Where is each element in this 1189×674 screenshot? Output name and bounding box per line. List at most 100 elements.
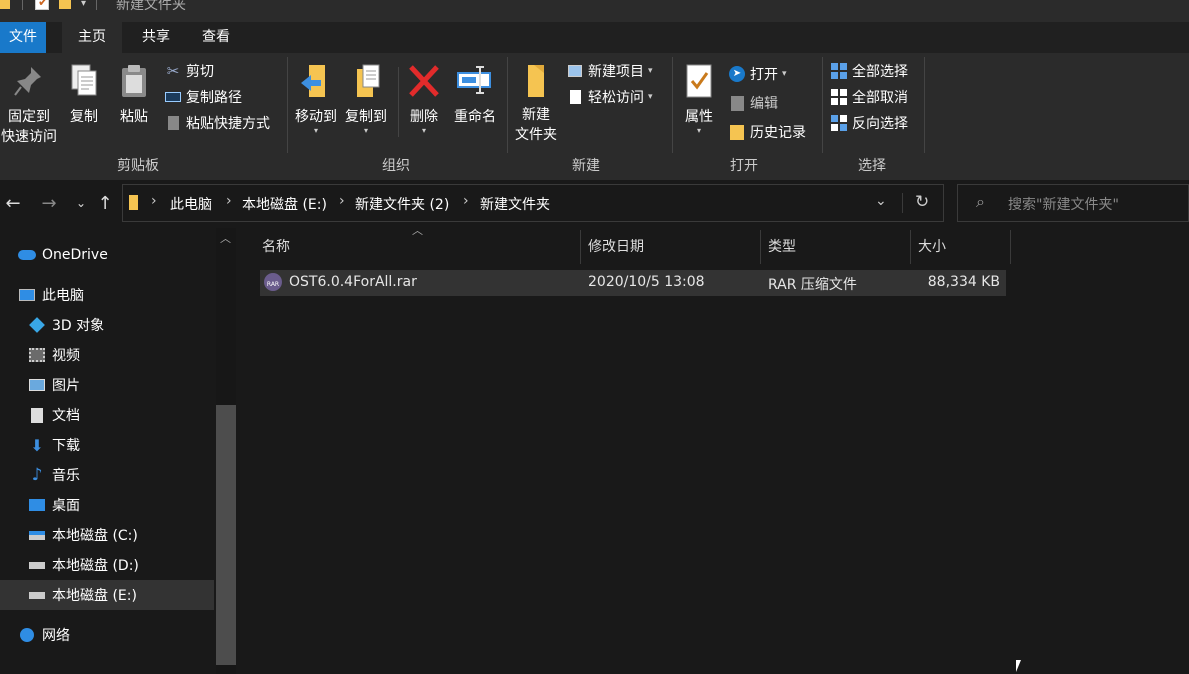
pin-icon [14, 67, 41, 96]
sidebar-item-desktop[interactable]: 桌面 [0, 490, 214, 520]
breadcrumb-this-pc[interactable]: 此电脑 [170, 194, 212, 214]
paste-shortcut-icon [164, 114, 182, 132]
edit-button[interactable]: 编辑 [728, 92, 778, 114]
up-button[interactable]: ↑ [94, 192, 116, 214]
back-button[interactable]: ← [2, 192, 24, 214]
select-all-label: 全部选择 [852, 64, 908, 80]
recent-locations-button[interactable]: ⌄ [70, 192, 92, 214]
tab-view[interactable]: 查看 [186, 22, 246, 53]
rename-button[interactable]: 重命名 [450, 63, 500, 127]
chevron-down-icon: ▾ [648, 92, 653, 102]
easy-access-button[interactable]: 轻松访问 ▾ [566, 86, 653, 108]
chevron-down-icon: ▾ [648, 66, 653, 76]
divider [287, 57, 288, 153]
properties-button[interactable]: 属性 ▾ [676, 63, 722, 135]
sidebar-item-network[interactable]: 网络 [0, 620, 214, 650]
select-all-button[interactable]: 全部选择 [830, 60, 908, 82]
ribbon: 固定到 快速访问 复制 粘贴 ✂ 剪切 复制路径 粘贴快捷方式 剪贴板 移动到 ▾… [0, 53, 1189, 180]
open-group-label: 打开 [730, 158, 758, 174]
chevron-down-icon[interactable]: ⌄ [875, 193, 887, 209]
column-header-type[interactable]: 类型 [768, 236, 796, 256]
quick-access-toolbar: ✔ ▾ [0, 0, 98, 10]
sidebar-label: OneDrive [42, 247, 108, 263]
scissors-icon: ✂ [166, 62, 180, 80]
search-placeholder: 搜索"新建文件夹" [1008, 197, 1119, 213]
tab-file[interactable]: 文件 [0, 22, 46, 53]
address-bar[interactable]: › 此电脑 › 本地磁盘 (E:) › 新建文件夹 (2) › 新建文件夹 ⌄ … [122, 184, 944, 222]
desktop-icon [28, 496, 46, 514]
tab-share[interactable]: 共享 [126, 22, 186, 53]
table-row[interactable]: RAR OST6.0.4ForAll.rar 2020/10/5 13:08 R… [260, 270, 1006, 296]
column-header-name[interactable]: 名称 [262, 236, 290, 256]
new-item-label: 新建项目 [588, 64, 644, 80]
copy-to-button[interactable]: 复制到 ▾ [342, 63, 390, 135]
forward-button[interactable]: → [38, 192, 60, 214]
new-folder-quick-icon[interactable] [59, 0, 71, 9]
column-divider[interactable] [580, 230, 581, 264]
divider [398, 67, 399, 137]
copy-path-button[interactable]: 复制路径 [164, 86, 242, 108]
move-to-label: 移动到 [295, 109, 337, 125]
delete-button[interactable]: 删除 ▾ [402, 63, 446, 135]
sidebar-item-3d-objects[interactable]: 3D 对象 [0, 310, 214, 340]
tab-home[interactable]: 主页 [62, 22, 122, 53]
new-folder-button[interactable]: 新建 文件夹 [510, 63, 562, 145]
new-item-button[interactable]: 新建项目 ▾ [566, 60, 653, 82]
file-type: RAR 压缩文件 [768, 277, 857, 293]
sidebar-item-pictures[interactable]: 图片 [0, 370, 214, 400]
sidebar-item-videos[interactable]: 视频 [0, 340, 214, 370]
search-icon: ⌕ [976, 192, 985, 211]
edit-label: 编辑 [750, 96, 778, 112]
copy-button[interactable]: 复制 [62, 63, 106, 127]
sort-ascending-icon: ︿ [412, 224, 423, 237]
paste-button[interactable]: 粘贴 [112, 63, 156, 127]
sidebar-item-this-pc[interactable]: 此电脑 [0, 280, 214, 310]
move-to-button[interactable]: 移动到 ▾ [292, 63, 340, 135]
select-none-button[interactable]: 全部取消 [830, 86, 908, 108]
sidebar-item-downloads[interactable]: ⬇ 下载 [0, 430, 214, 460]
properties-quick-icon[interactable]: ✔ [35, 0, 49, 10]
sidebar-label: 本地磁盘 (C:) [52, 528, 138, 544]
column-divider[interactable] [760, 230, 761, 264]
cut-label: 剪切 [186, 64, 214, 80]
chevron-down-icon: ▾ [696, 126, 701, 135]
sidebar-scrollbar-thumb[interactable] [216, 405, 236, 665]
sidebar-item-drive-e[interactable]: 本地磁盘 (E:) [0, 580, 214, 610]
file-date: 2020/10/5 13:08 [588, 274, 705, 290]
column-header-size[interactable]: 大小 [918, 236, 946, 256]
sidebar-item-music[interactable]: ♪ 音乐 [0, 460, 214, 490]
pin-label: 固定到 快速访问 [1, 109, 57, 145]
search-box[interactable]: ⌕ 搜索"新建文件夹" [957, 184, 1189, 222]
column-header-date[interactable]: 修改日期 [588, 236, 644, 256]
cut-button[interactable]: ✂ 剪切 [164, 60, 214, 82]
customize-quick-access-icon[interactable]: ▾ [81, 0, 86, 9]
rar-file-icon: RAR [264, 273, 282, 291]
divider [22, 0, 23, 10]
sidebar-label: 此电脑 [42, 288, 84, 304]
chevron-down-icon: ▾ [313, 126, 318, 135]
column-divider[interactable] [910, 230, 911, 264]
sidebar-item-drive-d[interactable]: 本地磁盘 (D:) [0, 550, 214, 580]
refresh-icon[interactable]: ↻ [915, 192, 929, 212]
divider [96, 0, 98, 10]
easy-access-icon [566, 88, 584, 106]
sidebar-item-documents[interactable]: 文档 [0, 400, 214, 430]
breadcrumb-drive-e[interactable]: 本地磁盘 (E:) [242, 194, 327, 214]
file-name: OST6.0.4ForAll.rar [289, 274, 417, 290]
paste-shortcut-button[interactable]: 粘贴快捷方式 [164, 112, 270, 134]
edit-icon [728, 94, 746, 112]
sidebar-item-onedrive[interactable]: OneDrive [0, 240, 214, 270]
computer-icon [18, 286, 36, 304]
sidebar-item-drive-c[interactable]: 本地磁盘 (C:) [0, 520, 214, 550]
column-divider[interactable] [1010, 230, 1011, 264]
open-button[interactable]: ➤ 打开 ▾ [728, 63, 787, 85]
divider [924, 57, 925, 153]
pin-to-quick-access-button[interactable]: 固定到 快速访问 [0, 63, 58, 147]
breadcrumb-folder-2[interactable]: 新建文件夹 (2) [355, 194, 449, 214]
cube-icon [28, 316, 46, 334]
history-button[interactable]: 历史记录 [728, 121, 806, 143]
invert-selection-button[interactable]: 反向选择 [830, 112, 908, 134]
breadcrumb-current-folder[interactable]: 新建文件夹 [480, 194, 550, 214]
scroll-up-icon[interactable]: ︿ [220, 230, 231, 246]
copy-label: 复制 [70, 109, 98, 125]
